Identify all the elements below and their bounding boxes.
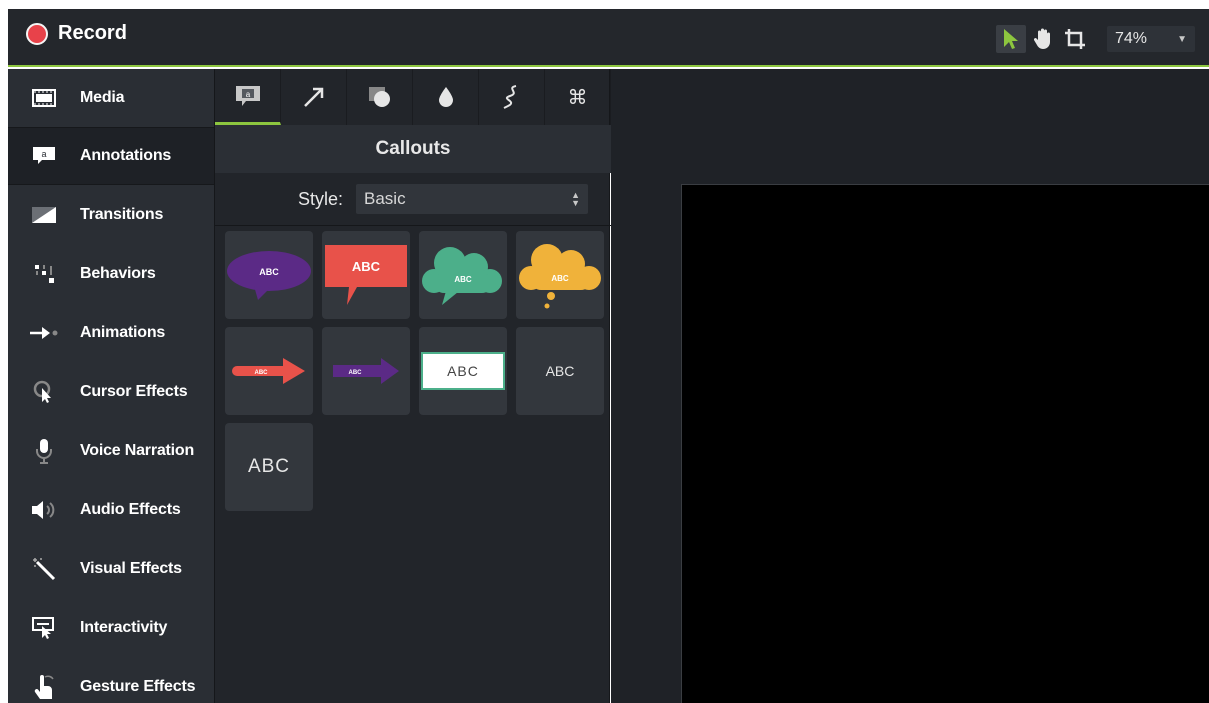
behaviors-icon: [8, 263, 80, 285]
command-key-icon: ⌘: [567, 85, 588, 109]
red-arrow-icon: ABC: [232, 358, 305, 384]
sidebar-item-label: Animations: [80, 324, 166, 341]
callout-icon: a: [8, 146, 80, 166]
sidebar-item-audio-effects[interactable]: Audio Effects: [8, 481, 214, 539]
sketch-motion-icon: [503, 85, 516, 109]
divider: [215, 225, 611, 226]
tab-shapes[interactable]: [347, 69, 413, 125]
tile-text: ABC: [349, 370, 363, 376]
svg-text:a: a: [41, 149, 46, 159]
updown-arrows-icon: ▲ ▼: [571, 190, 580, 208]
style-row: Style: Basic ▲ ▼: [215, 179, 611, 219]
tile-text: ABC: [421, 352, 505, 390]
hand-icon: [1033, 28, 1050, 49]
callout-tile-red-speech[interactable]: ABC: [322, 231, 410, 319]
tile-text: ABC: [454, 275, 472, 284]
sidebar-item-label: Behaviors: [80, 265, 156, 282]
sidebar-item-label: Visual Effects: [80, 560, 182, 577]
crop-tool-button[interactable]: [1060, 25, 1090, 53]
shapes-icon: [368, 87, 390, 107]
style-value: Basic: [364, 189, 406, 208]
top-toolbar: Record 74% ▼: [8, 9, 1209, 67]
sidebar-item-visual-effects[interactable]: Visual Effects: [8, 540, 214, 598]
record-button[interactable]: Record: [26, 22, 127, 45]
record-icon: [26, 22, 48, 45]
callout-tile-white-box[interactable]: ABC: [419, 327, 507, 415]
speech-box-icon: ABC: [325, 245, 407, 305]
tools-sidebar: Media a Annotations Transitions Behavior…: [8, 69, 214, 703]
tile-text: ABC: [247, 456, 291, 477]
callout-tile-plain-text-small[interactable]: ABC: [516, 327, 604, 415]
tab-callouts[interactable]: a: [215, 69, 281, 125]
cloud-callout-icon: ABC: [422, 247, 502, 305]
sidebar-item-label: Interactivity: [80, 619, 168, 636]
panel-title: Callouts: [215, 125, 611, 173]
microphone-icon: [8, 438, 80, 464]
video-canvas[interactable]: [681, 184, 1209, 703]
purple-arrow-icon: ABC: [333, 358, 399, 384]
canvas-area: [611, 69, 1209, 703]
tab-keystrokes[interactable]: ⌘: [545, 69, 611, 125]
callout-tile-purple-arrow[interactable]: ABC: [322, 327, 410, 415]
style-label: Style:: [298, 188, 344, 209]
tab-blur-highlight[interactable]: [413, 69, 479, 125]
sidebar-item-transitions[interactable]: Transitions: [8, 186, 214, 244]
film-icon: [8, 89, 80, 107]
droplet-icon: [438, 87, 453, 107]
callout-tile-yellow-thought[interactable]: ABC: [516, 231, 604, 319]
annotation-tabs: a ⌘: [215, 69, 611, 125]
arrow-icon: [303, 87, 323, 107]
sidebar-item-interactivity[interactable]: Interactivity: [8, 599, 214, 657]
pointer-icon: [1004, 29, 1018, 49]
transition-icon: [8, 207, 80, 223]
callout-tile-green-cloud[interactable]: ABC: [419, 231, 507, 319]
interactivity-icon: [8, 616, 80, 640]
callout-icon: a: [235, 85, 260, 106]
callout-tile-plain-text-large[interactable]: ABC: [225, 423, 313, 511]
zoom-value: 74%: [1115, 30, 1148, 47]
magic-wand-icon: [8, 557, 80, 581]
sidebar-item-label: Cursor Effects: [80, 383, 188, 400]
tile-text: ABC: [551, 274, 569, 283]
sidebar-item-label: Voice Narration: [80, 442, 195, 459]
speech-bubble-icon: ABC: [227, 251, 311, 300]
svg-text:a: a: [245, 90, 250, 99]
chevron-down-icon: ▼: [1177, 33, 1187, 45]
tile-text: ABC: [255, 370, 269, 376]
sidebar-item-label: Transitions: [80, 206, 164, 223]
sidebar-item-annotations[interactable]: a Annotations: [8, 127, 214, 185]
speaker-icon: [8, 500, 80, 520]
sidebar-item-voice-narration[interactable]: Voice Narration: [8, 422, 214, 480]
tab-sketch-motion[interactable]: [479, 69, 545, 125]
pointer-tool-button[interactable]: [996, 25, 1026, 53]
sidebar-item-gesture-effects[interactable]: Gesture Effects: [8, 658, 214, 703]
sidebar-item-behaviors[interactable]: Behaviors: [8, 245, 214, 303]
sidebar-item-label: Gesture Effects: [80, 678, 196, 695]
sidebar-item-label: Audio Effects: [80, 501, 181, 518]
sidebar-item-cursor-effects[interactable]: Cursor Effects: [8, 363, 214, 421]
tile-text: ABC: [259, 267, 279, 277]
cursor-effects-icon: [8, 380, 80, 404]
tile-text: ABC: [352, 259, 381, 274]
tile-text: ABC: [545, 363, 575, 379]
record-label: Record: [58, 22, 127, 44]
annotations-panel: a ⌘ Callouts Style: Basic ▲ ▼ ABC ABC AB…: [214, 69, 611, 703]
callout-tile-purple-bubble[interactable]: ABC: [225, 231, 313, 319]
zoom-select[interactable]: 74% ▼: [1107, 26, 1195, 52]
crop-icon: [1065, 29, 1085, 49]
tab-arrows-lines[interactable]: [281, 69, 347, 125]
thought-cloud-icon: ABC: [519, 244, 601, 309]
sidebar-item-animations[interactable]: Animations: [8, 304, 214, 362]
hand-pointer-icon: [8, 674, 80, 700]
pan-tool-button[interactable]: [1028, 25, 1058, 53]
sidebar-item-label: Annotations: [80, 147, 172, 164]
style-select[interactable]: Basic ▲ ▼: [356, 184, 588, 214]
callout-tile-red-arrow[interactable]: ABC: [225, 327, 313, 415]
animation-arrow-icon: [8, 326, 80, 340]
canvas-tools: [996, 25, 1090, 53]
sidebar-item-label: Media: [80, 89, 125, 106]
sidebar-item-media[interactable]: Media: [8, 69, 214, 127]
